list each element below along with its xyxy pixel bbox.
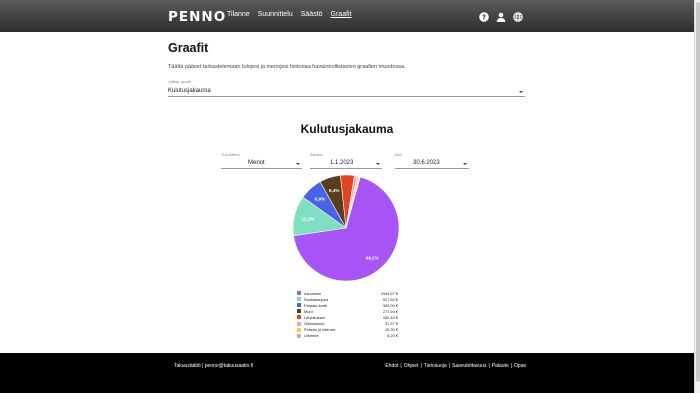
- legend-name: Ruokakauppa: [304, 296, 329, 302]
- pie-label: 68,2%: [366, 255, 379, 260]
- globe-icon[interactable]: [512, 11, 523, 22]
- legend-value: 300,00 €: [382, 302, 398, 308]
- legend-name: Liikenne: [304, 333, 319, 339]
- legend-swatch: [297, 333, 301, 338]
- from-date-select[interactable]: 1.1.2023: [310, 157, 382, 169]
- chart-select-value: Kulutusjakauma: [168, 88, 211, 94]
- legend-name: Muut: [304, 308, 313, 314]
- pie-chart: 68,2% 12,2% 6,9% 6,4%: [292, 174, 400, 282]
- chevron-down-icon: [376, 163, 380, 165]
- nav-saasto[interactable]: Säästö: [301, 11, 323, 18]
- footer-links: Ehdot | Ohjeet | Tietosuoja | Saavutettavuu…: [385, 363, 526, 369]
- legend-name: Asuminen: [304, 290, 322, 296]
- legend-value: 8,20 €: [387, 333, 398, 339]
- main-nav: Tilanne Suunnittelu Säästö Graafit: [227, 11, 352, 18]
- footer-link-opas[interactable]: Opas: [514, 363, 526, 369]
- legend-value: 277,94 €: [382, 308, 398, 314]
- footer-link-palaute[interactable]: Palaute: [492, 363, 509, 369]
- pie-label: 6,9%: [315, 196, 325, 201]
- help-icon[interactable]: ?: [478, 11, 489, 22]
- to-date-select[interactable]: 30.6.2023: [395, 157, 469, 169]
- type-filter-select[interactable]: Menot: [221, 157, 302, 169]
- legend-row: Puhelin ja internet 29,30 €: [297, 327, 398, 333]
- legend-name: Oikeuskulut: [304, 321, 325, 327]
- chevron-down-icon: [519, 91, 523, 93]
- top-navbar: PENNO Tilanne Suunnittelu Säästö Graafit…: [0, 0, 694, 32]
- scrollbar-thumb[interactable]: [696, 2, 700, 382]
- to-date-value: 30.6.2023: [413, 160, 440, 166]
- intro-text: Täältä pääset tarkastelemaan tulojesi ja…: [168, 64, 406, 70]
- chevron-down-icon: [296, 163, 300, 165]
- footer-link-saavutettavuus[interactable]: Saavutettavuus: [452, 363, 486, 369]
- pie-label: 12,2%: [301, 216, 314, 221]
- svg-text:?: ?: [481, 13, 485, 21]
- legend-swatch: [297, 315, 301, 320]
- legend-row: Ruokakauppa 527,50 €: [297, 296, 398, 302]
- legend-row: Oikeuskulut 37,57 €: [297, 320, 398, 326]
- page-scrollbar[interactable]: [694, 0, 700, 393]
- legend-name: Prepaid-kortti: [304, 302, 328, 308]
- legend-value: 2944,67 €: [380, 290, 398, 296]
- nav-tilanne[interactable]: Tilanne: [227, 11, 250, 18]
- footer-contact: Takuusäätiö | penno@takuusaatio.fi: [174, 363, 254, 369]
- legend-swatch: [297, 309, 301, 314]
- user-icon[interactable]: [495, 11, 506, 22]
- legend-value: 182,40 €: [382, 314, 398, 320]
- legend-value: 37,57 €: [385, 321, 398, 327]
- legend-row: Lahjoitukset 182,40 €: [297, 314, 398, 320]
- legend-row: Asuminen 2944,67 €: [297, 290, 398, 296]
- nav-graafit[interactable]: Graafit: [331, 11, 352, 18]
- penno-logo[interactable]: PENNO: [168, 9, 226, 25]
- legend-row: Muut 277,94 €: [297, 308, 398, 314]
- chevron-down-icon: [463, 163, 467, 165]
- legend-row: Liikenne 8,20 €: [297, 333, 398, 339]
- legend-value: 527,50 €: [382, 296, 398, 302]
- pie-label: 6,4%: [329, 188, 339, 193]
- chart-legend: Asuminen 2944,67 € Ruokakauppa 527,50 € Prep…: [297, 290, 398, 339]
- legend-swatch: [297, 297, 301, 302]
- footer: Takuusäätiö | penno@takuusaatio.fi Ehdot…: [0, 353, 694, 393]
- from-date-value: 1.1.2023: [330, 160, 354, 166]
- legend-name: Lahjoitukset: [304, 314, 325, 320]
- legend-name: Puhelin ja internet: [304, 327, 336, 333]
- page-title: Graafit: [168, 41, 209, 55]
- footer-link-ohjeet[interactable]: Ohjeet: [404, 363, 419, 369]
- legend-row: Prepaid-kortti 300,00 €: [297, 302, 398, 308]
- legend-swatch: [297, 327, 301, 332]
- chart-select[interactable]: Kulutusjakauma: [168, 84, 525, 97]
- type-filter-value: Menot: [248, 160, 265, 166]
- nav-suunnittelu[interactable]: Suunnittelu: [258, 11, 293, 18]
- legend-swatch: [297, 291, 301, 296]
- header-icons: ?: [478, 11, 523, 22]
- footer-link-tietosuoja[interactable]: Tietosuoja: [424, 363, 447, 369]
- chart-title: Kulutusjakauma: [300, 122, 394, 136]
- legend-swatch: [297, 321, 301, 326]
- footer-link-ehdot[interactable]: Ehdot: [385, 363, 398, 369]
- legend-swatch: [297, 303, 301, 308]
- legend-value: 29,30 €: [385, 327, 398, 333]
